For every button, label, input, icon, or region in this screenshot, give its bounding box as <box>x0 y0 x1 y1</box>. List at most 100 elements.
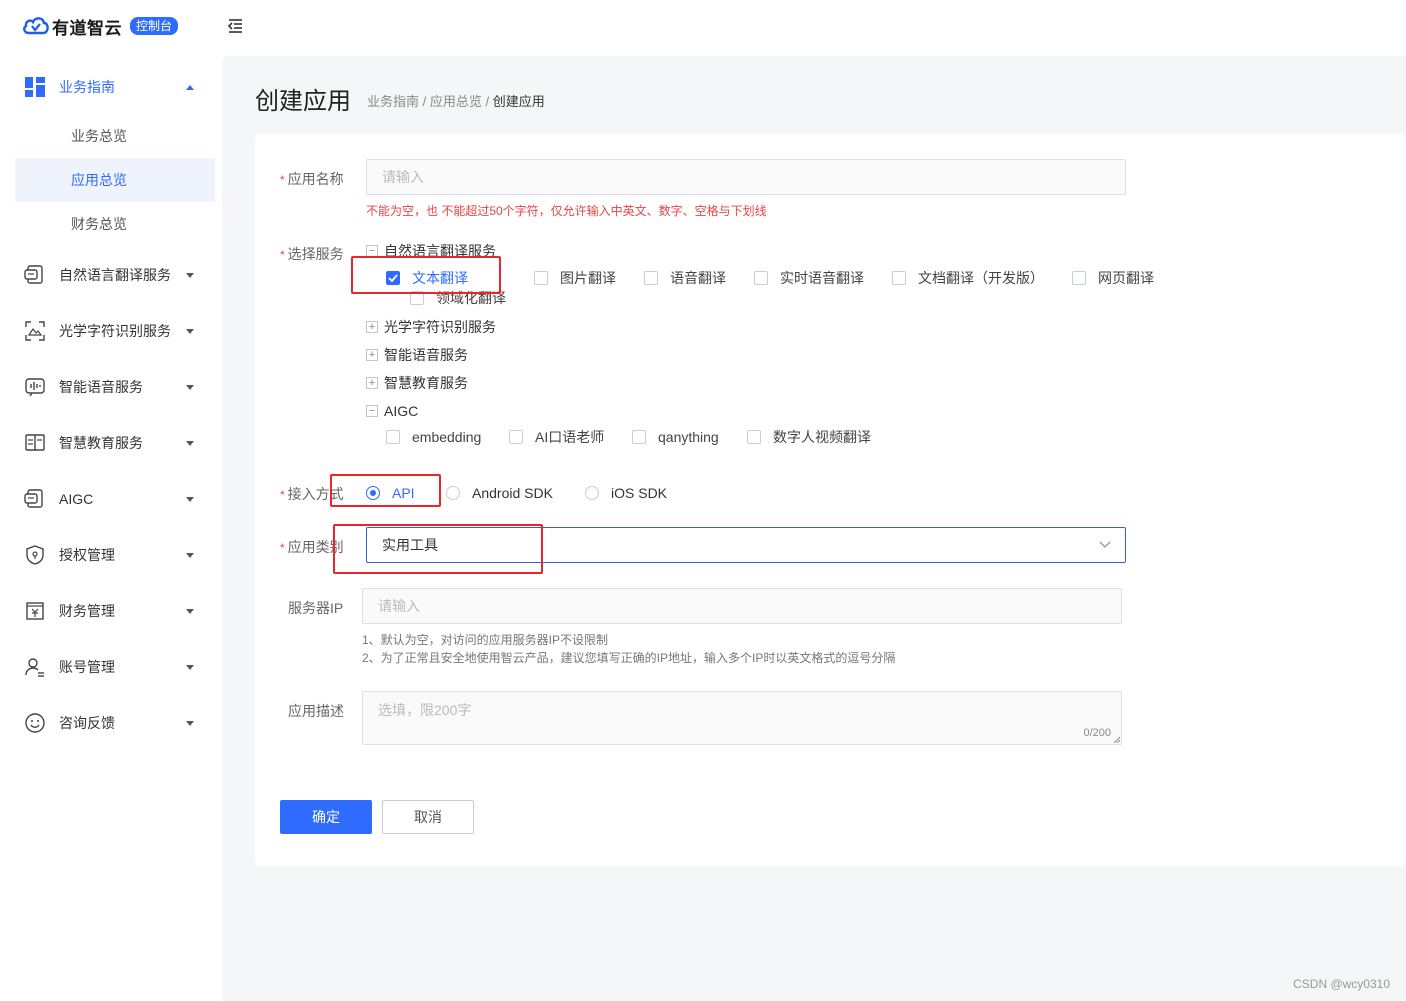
shield-icon <box>24 544 46 566</box>
app-name-label: * 应用名称 <box>280 171 344 187</box>
radio-api[interactable]: API <box>366 483 415 503</box>
expand-plus-icon[interactable]: + <box>366 321 378 333</box>
sidebar-group-label: 智慧教育服务 <box>59 435 143 451</box>
checkbox-realtime-speech-translation[interactable]: 实时语音翻译 <box>754 268 864 288</box>
server-ip-hint-2: 2、为了正常且安全地使用智云产品，建议您填写正确的IP地址，输入多个IP时以英文… <box>362 651 896 665</box>
sidebar-group-label: 业务指南 <box>59 79 115 95</box>
breadcrumb: 业务指南 / 应用总览 / 创建应用 <box>367 91 545 110</box>
checkbox-domain-translation[interactable]: 领域化翻译 <box>410 288 506 308</box>
category-selected-value: 实用工具 <box>382 537 438 553</box>
sidebar-group-authorization[interactable]: 授权管理 <box>0 535 222 575</box>
expand-plus-icon[interactable]: + <box>366 349 378 361</box>
brand-logo[interactable]: 有道智云 控制台 <box>22 14 179 38</box>
sidebar-group-voice[interactable]: 智能语音服务 <box>0 367 222 407</box>
cloud-logo-icon <box>23 17 49 35</box>
tree-node-nlp[interactable]: − 自然语言翻译服务 <box>366 241 496 261</box>
expand-plus-icon[interactable]: + <box>366 377 378 389</box>
caret-down-icon <box>186 552 194 558</box>
app-name-error: 不能为空，也 不能超过50个字符，仅允许输入中英文、数字、空格与下划线 <box>366 204 767 218</box>
sidebar-item-finance-overview[interactable]: 财务总览 <box>15 202 215 246</box>
app-name-input[interactable]: 请输入 <box>366 159 1126 195</box>
description-placeholder: 选填，限200字 <box>378 702 472 718</box>
smile-icon <box>24 712 46 734</box>
checkbox-checked-icon[interactable] <box>386 271 400 285</box>
caret-down-icon <box>186 440 194 446</box>
checkbox-web-translation[interactable]: 网页翻译 <box>1072 268 1154 288</box>
sidebar-group-label: 咨询反馈 <box>59 715 115 731</box>
description-textarea[interactable]: 选填，限200字 0/200 <box>362 691 1122 745</box>
radio-selected-icon[interactable] <box>366 486 380 500</box>
sidebar-group-education[interactable]: 智慧教育服务 <box>0 423 222 463</box>
caret-down-icon <box>186 608 194 614</box>
sidebar-group-label: 智能语音服务 <box>59 379 143 395</box>
checkbox-digital-human-video[interactable]: 数字人视频翻译 <box>747 427 871 447</box>
access-label: * 接入方式 <box>280 486 344 502</box>
checkbox-text-translation[interactable]: 文本翻译 <box>386 268 468 288</box>
checkbox-speech-translation[interactable]: 语音翻译 <box>644 268 726 288</box>
char-counter: 0/200 <box>1083 727 1111 739</box>
watermark: CSDN @wcy0310 <box>1293 977 1390 991</box>
checkbox-document-translation[interactable]: 文档翻译（开发版） <box>892 268 1044 288</box>
scan-icon <box>24 320 46 342</box>
caret-down-icon <box>186 664 194 670</box>
sidebar-group-label: 财务管理 <box>59 603 115 619</box>
caret-down-icon <box>186 720 194 726</box>
user-icon <box>24 656 46 678</box>
collapse-minus-icon[interactable]: − <box>366 405 378 417</box>
checkbox-ai-speaking-teacher[interactable]: AI口语老师 <box>509 427 604 447</box>
cancel-button[interactable]: 取消 <box>382 800 474 834</box>
collapse-minus-icon[interactable]: − <box>366 245 378 257</box>
services-label: * 选择服务 <box>280 246 344 262</box>
caret-down-icon <box>186 328 194 334</box>
sidebar-group-aigc[interactable]: AIGC <box>0 479 222 519</box>
page-title: 创建应用 <box>255 88 351 115</box>
confirm-button[interactable]: 确定 <box>280 800 372 834</box>
radio-android-sdk[interactable]: Android SDK <box>446 483 553 503</box>
chevron-down-icon <box>1099 541 1111 548</box>
grid-icon <box>24 76 46 98</box>
console-badge: 控制台 <box>130 17 179 35</box>
book-icon <box>24 432 46 454</box>
tree-node-aigc[interactable]: − AIGC <box>366 401 418 421</box>
sidebar-group-account[interactable]: 账号管理 <box>0 647 222 687</box>
sidebar-group-label: 光学字符识别服务 <box>59 323 171 339</box>
sidebar-group-label: 授权管理 <box>59 547 115 563</box>
caret-up-icon <box>186 84 194 90</box>
tree-node-ocr[interactable]: + 光学字符识别服务 <box>366 317 496 337</box>
sidebar-group-finance[interactable]: 财务管理 <box>0 591 222 631</box>
description-label: 应用描述 <box>288 703 344 719</box>
tree-node-education[interactable]: + 智慧教育服务 <box>366 373 468 393</box>
server-ip-label: 服务器IP <box>288 600 344 616</box>
brand-name: 有道智云 <box>52 18 122 38</box>
translate-doc-icon <box>24 264 46 286</box>
breadcrumb-link-app-overview[interactable]: 应用总览 <box>430 94 482 109</box>
sidebar-group-label: 自然语言翻译服务 <box>59 267 171 283</box>
sidebar-group-business-guide[interactable]: 业务指南 <box>0 67 222 107</box>
breadcrumb-link-business-guide[interactable]: 业务指南 <box>367 94 419 109</box>
collapse-sidebar-icon[interactable] <box>226 17 244 35</box>
finance-icon <box>24 600 46 622</box>
caret-down-icon <box>186 496 194 502</box>
resize-handle-icon[interactable] <box>1113 736 1120 743</box>
category-label: * 应用类别 <box>280 539 344 555</box>
category-select[interactable]: 实用工具 <box>366 527 1126 563</box>
aigc-icon <box>24 488 46 510</box>
server-ip-hint-1: 1、默认为空，对访问的应用服务器IP不设限制 <box>362 633 609 647</box>
breadcrumb-separator: / <box>481 94 493 109</box>
sidebar-group-feedback[interactable]: 咨询反馈 <box>0 703 222 743</box>
caret-down-icon <box>186 384 194 390</box>
sidebar-group-ocr[interactable]: 光学字符识别服务 <box>0 311 222 351</box>
tree-node-voice[interactable]: + 智能语音服务 <box>366 345 468 365</box>
server-ip-input[interactable]: 请输入 <box>362 588 1122 624</box>
caret-down-icon <box>186 272 194 278</box>
sidebar-group-label: AIGC <box>59 491 94 507</box>
checkbox-embedding[interactable]: embedding <box>386 427 481 447</box>
sidebar-group-nlp-translation[interactable]: 自然语言翻译服务 <box>0 255 222 295</box>
sidebar-group-label: 账号管理 <box>59 659 115 675</box>
radio-ios-sdk[interactable]: iOS SDK <box>585 483 667 503</box>
checkbox-image-translation[interactable]: 图片翻译 <box>534 268 616 288</box>
sidebar-item-business-overview[interactable]: 业务总览 <box>15 114 215 158</box>
breadcrumb-separator: / <box>419 94 430 109</box>
sidebar-item-app-overview[interactable]: 应用总览 <box>15 158 215 202</box>
checkbox-qanything[interactable]: qanything <box>632 427 719 447</box>
